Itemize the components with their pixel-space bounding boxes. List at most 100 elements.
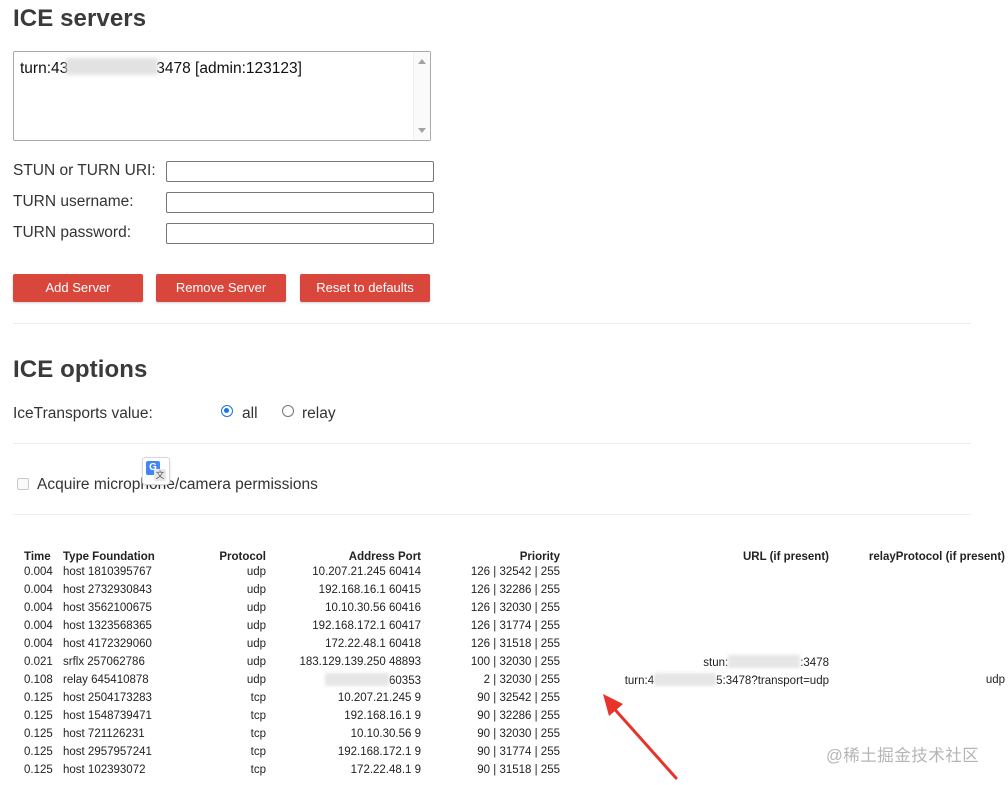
cell-type: host 4172329060: [63, 638, 152, 650]
cell-protocol: udp: [246, 602, 266, 614]
turn-password-input[interactable]: [166, 223, 434, 244]
turn-password-label: TURN password:: [13, 224, 131, 241]
cell-time: 0.125: [24, 710, 53, 722]
cell-priority: 100 | 32030 | 255: [470, 656, 560, 668]
cell-address: 192.168.172.1 60417: [312, 620, 421, 632]
cell-priority: 90 | 32030 | 255: [477, 728, 560, 740]
cell-relay: [829, 599, 1005, 617]
cell-time: 0.004: [24, 566, 53, 578]
cell-address: 192.168.172.1 9: [337, 746, 421, 758]
transport-relay-radio[interactable]: [282, 405, 294, 417]
stun-uri-input[interactable]: [166, 161, 434, 182]
cell-time: 0.021: [24, 656, 53, 668]
cell-relay: [829, 653, 1005, 671]
google-translate-icon[interactable]: G 文: [142, 457, 170, 485]
cell-protocol: tcp: [250, 692, 266, 704]
ice-servers-list[interactable]: turn:43 3478 [admin:123123]: [13, 51, 431, 141]
transport-relay-label[interactable]: relay: [302, 405, 336, 423]
cell-address: 172.22.48.1 60418: [325, 638, 421, 650]
url-prefix: turn:4: [624, 675, 655, 687]
table-divider: [13, 514, 971, 515]
cell-url: turn:4 5:3478?transport=udp: [560, 671, 829, 689]
transport-all-label[interactable]: all: [242, 405, 258, 423]
red-annotation-arrow-icon: [603, 694, 678, 780]
cell-relay: [829, 581, 1005, 599]
cell-protocol: tcp: [250, 746, 266, 758]
cell-priority: 2 | 32030 | 255: [483, 674, 560, 686]
redacted-address: [325, 673, 390, 686]
cell-time: 0.004: [24, 602, 53, 614]
cell-relay: [829, 563, 1005, 581]
watermark-text: @稀土掘金技术社区: [826, 747, 980, 765]
cell-priority: 126 | 31518 | 255: [470, 638, 560, 650]
cell-protocol: tcp: [250, 764, 266, 776]
table-row: 0.004 host 2732930843 udp 192.168.16.1 6…: [24, 581, 1005, 599]
section-divider: [13, 323, 971, 324]
header-time: Time: [24, 551, 51, 563]
cell-priority: 126 | 31774 | 255: [470, 620, 560, 632]
address-port: 60353: [389, 675, 421, 687]
cell-address: 10.10.30.56 9: [350, 728, 421, 740]
cell-protocol: tcp: [250, 728, 266, 740]
cell-url: [560, 581, 829, 599]
ice-server-entry[interactable]: turn:43 3478 [admin:123123]: [20, 58, 302, 78]
cell-type: host 721126231: [63, 728, 145, 740]
turn-username-input[interactable]: [166, 192, 434, 213]
acquire-permissions-checkbox[interactable]: [17, 478, 29, 490]
acquire-permissions-label[interactable]: Acquire microphone/camera permissions: [37, 476, 318, 494]
cell-time: 0.125: [24, 746, 53, 758]
cell-type: host 2957957241: [63, 746, 152, 758]
scroll-down-icon[interactable]: [418, 128, 426, 133]
cell-type: host 3562100675: [63, 602, 152, 614]
cell-time: 0.125: [24, 728, 53, 740]
header-address-port: Address Port: [348, 551, 421, 563]
cell-type: relay 645410878: [63, 674, 149, 686]
cell-priority: 90 | 31774 | 255: [477, 746, 560, 758]
url-suffix: :3478: [800, 657, 829, 669]
cell-url: [560, 617, 829, 635]
stun-uri-label: STUN or TURN URI:: [13, 162, 156, 179]
transport-all-radio[interactable]: [221, 405, 233, 417]
list-scrollbar[interactable]: [413, 52, 430, 140]
cell-address: 183.129.139.250 48893: [299, 656, 421, 668]
cell-relay: udp: [985, 674, 1005, 686]
cell-type: host 1548739471: [63, 710, 152, 722]
server-entry-prefix: turn:43: [20, 60, 69, 77]
cell-address: 192.168.16.1 9: [344, 710, 421, 722]
cell-url: [560, 635, 829, 653]
cell-relay: [829, 635, 1005, 653]
table-row: 0.021 srflx 257062786 udp 183.129.139.25…: [24, 653, 1005, 671]
header-url: URL (if present): [742, 551, 829, 563]
cell-address: 172.22.48.1 9: [350, 764, 421, 776]
reset-defaults-button[interactable]: Reset to defaults: [300, 274, 430, 302]
turn-username-label: TURN username:: [13, 193, 134, 210]
table-row: 0.004 host 4172329060 udp 172.22.48.1 60…: [24, 635, 1005, 653]
cell-type: host 2504173283: [63, 692, 152, 704]
cell-priority: 126 | 32030 | 255: [470, 602, 560, 614]
cell-address: 60353: [266, 671, 421, 689]
cell-protocol: udp: [246, 638, 266, 650]
cell-address: 192.168.16.1 60415: [318, 584, 421, 596]
server-entry-suffix: 3478 [admin:123123]: [156, 60, 302, 77]
ice-options-title: ICE options: [13, 356, 148, 383]
scroll-up-icon[interactable]: [418, 59, 426, 64]
cell-priority: 126 | 32542 | 255: [470, 566, 560, 578]
table-header-row: Time Type Foundation Protocol Address Po…: [24, 545, 1005, 563]
cell-time: 0.004: [24, 584, 53, 596]
options-divider: [13, 443, 971, 444]
cell-time: 0.125: [24, 692, 53, 704]
add-server-button[interactable]: Add Server: [13, 274, 143, 302]
table-row: 0.125 host 1548739471 tcp 192.168.16.1 9…: [24, 707, 1005, 725]
cell-time: 0.108: [24, 674, 53, 686]
header-priority: Priority: [519, 551, 560, 563]
cell-protocol: udp: [246, 566, 266, 578]
cell-type: host 1323568365: [63, 620, 152, 632]
header-type-foundation: Type Foundation: [63, 551, 155, 563]
cell-type: srflx 257062786: [63, 656, 145, 668]
cell-protocol: udp: [246, 584, 266, 596]
cell-url: [560, 563, 829, 581]
table-row: 0.004 host 1323568365 udp 192.168.172.1 …: [24, 617, 1005, 635]
remove-server-button[interactable]: Remove Server: [156, 274, 286, 302]
cell-relay: [829, 707, 1005, 725]
cell-protocol: udp: [246, 656, 266, 668]
